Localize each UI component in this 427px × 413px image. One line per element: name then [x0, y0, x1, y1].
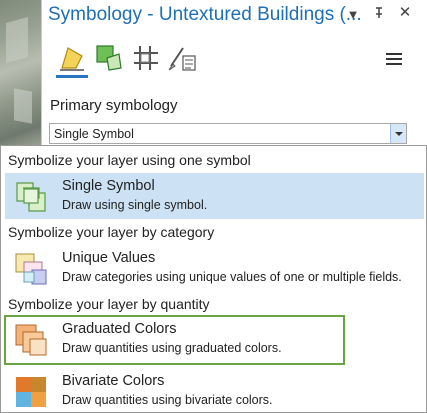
pane-title-bar: Symbology - Untextured Buildings (... ▼ …	[42, 0, 427, 34]
option-unique-values[interactable]: Unique Values Draw categories using uniq…	[5, 245, 424, 291]
select-value: Single Symbol	[54, 127, 134, 141]
tab-layer-properties[interactable]	[167, 42, 199, 76]
hamburger-icon[interactable]	[386, 53, 402, 67]
group-header-quantity: Symbolize your layer by quantity	[8, 296, 210, 312]
group-header-one-symbol: Symbolize your layer using one symbol	[8, 152, 251, 168]
bivariate-colors-icon	[16, 377, 46, 407]
primary-symbology-label: Primary symbology	[50, 97, 178, 114]
option-single-symbol[interactable]: Single Symbol Draw using single symbol.	[5, 173, 424, 219]
option-title: Unique Values	[62, 250, 156, 266]
primary-symbology-select[interactable]: Single Symbol	[49, 123, 407, 144]
tab-vary-symbology[interactable]	[93, 42, 125, 76]
option-description: Draw categories using unique values of o…	[62, 270, 402, 284]
chevron-down-icon[interactable]	[390, 124, 406, 143]
option-bivariate-colors[interactable]: Bivariate Colors Draw quantities using b…	[5, 368, 424, 413]
group-header-category: Symbolize your layer by category	[8, 224, 215, 240]
tab-symbol-layer-drawing[interactable]	[130, 42, 162, 76]
symbology-pane: Symbology - Untextured Buildings (... ▼ …	[41, 0, 427, 150]
single-symbol-icon	[16, 182, 46, 212]
paintbrush-polygon-icon	[60, 47, 84, 71]
tab-primary-symbology[interactable]	[56, 42, 88, 78]
vary-symbology-icon	[96, 45, 122, 71]
close-icon[interactable]: ✕	[397, 3, 413, 21]
symbology-toolbar	[42, 40, 427, 80]
map-view-strip	[0, 0, 41, 150]
option-title: Graduated Colors	[62, 321, 177, 337]
pane-title: Symbology - Untextured Buildings (...	[48, 4, 362, 25]
option-description: Draw quantities using bivariate colors.	[62, 393, 273, 407]
option-graduated-colors[interactable]: Graduated Colors Draw quantities using g…	[4, 315, 345, 365]
graduated-colors-icon	[15, 324, 47, 356]
option-title: Single Symbol	[62, 178, 155, 194]
option-description: Draw quantities using graduated colors.	[62, 341, 282, 355]
option-description: Draw using single symbol.	[62, 198, 208, 212]
unique-values-icon	[15, 253, 47, 285]
option-title: Bivariate Colors	[62, 373, 165, 389]
hash-grid-icon	[134, 46, 158, 70]
symbology-dropdown-list: Symbolize your layer using one symbol Si…	[0, 145, 427, 413]
pin-icon[interactable]	[371, 5, 387, 22]
brush-list-icon	[168, 47, 196, 71]
chevron-down-icon[interactable]: ▼	[345, 7, 361, 22]
